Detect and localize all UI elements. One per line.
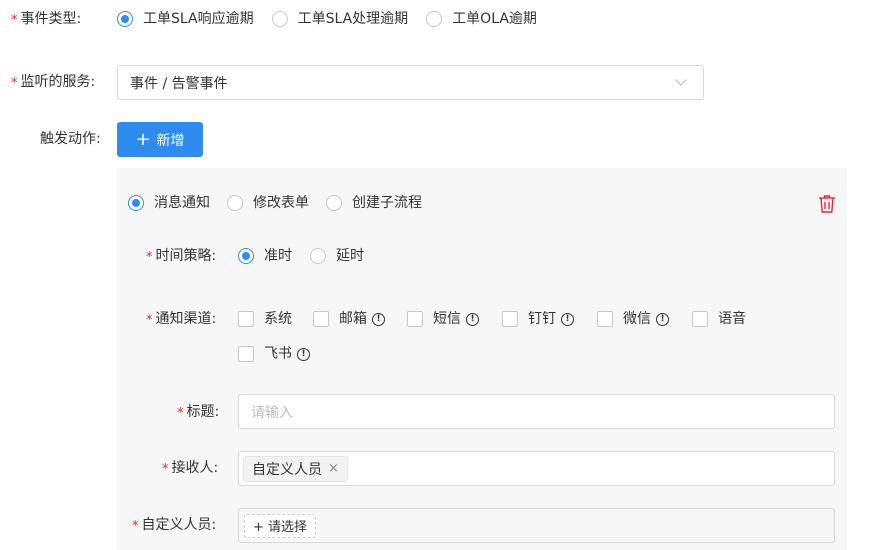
info-icon[interactable]: ! xyxy=(561,312,574,326)
channel-system-checkbox[interactable]: 系统 xyxy=(238,309,292,329)
service-label: * 监听的服务: xyxy=(11,74,96,91)
title-label: * 标题: xyxy=(177,404,220,421)
action-panel xyxy=(117,168,847,550)
radio-dot xyxy=(117,11,133,27)
radio-delayed[interactable]: 延时 xyxy=(310,246,364,266)
channel-sms-checkbox[interactable]: 短信 ! xyxy=(407,309,479,329)
info-icon[interactable]: ! xyxy=(466,312,479,326)
radio-dot xyxy=(271,11,288,27)
close-icon[interactable]: × xyxy=(328,461,339,476)
channel-voice-checkbox[interactable]: 语音 xyxy=(692,309,746,329)
radio-create-subprocess[interactable]: 创建子流程 xyxy=(326,193,422,213)
radio-dot xyxy=(426,11,443,27)
action-type-radio-group: 消息通知 修改表单 创建子流程 xyxy=(128,193,440,213)
checkbox-box xyxy=(313,311,329,327)
service-select[interactable]: 事件 / 告警事件 xyxy=(117,65,704,100)
trash-icon[interactable] xyxy=(818,194,836,214)
radio-ola-overdue[interactable]: 工单OLA逾期 xyxy=(426,9,537,29)
radio-sla-process-overdue[interactable]: 工单SLA处理逾期 xyxy=(271,9,408,29)
event-type-radio-group: 工单SLA响应逾期 工单SLA处理逾期 工单OLA逾期 xyxy=(117,9,555,29)
add-action-button[interactable]: + 新增 xyxy=(117,122,203,157)
custom-people-label: * 自定义人员: xyxy=(132,517,217,534)
info-icon[interactable]: ! xyxy=(656,312,669,326)
trigger-label: 触发动作: xyxy=(40,131,101,147)
checkbox-box xyxy=(238,311,254,327)
channel-email-checkbox[interactable]: 邮箱 ! xyxy=(313,309,385,329)
channel-dingtalk-checkbox[interactable]: 钉钉 ! xyxy=(502,309,574,329)
radio-on-time[interactable]: 准时 xyxy=(238,246,292,266)
custom-people-field: + 请选择 xyxy=(238,508,835,543)
service-select-value: 事件 / 告警事件 xyxy=(130,75,228,92)
checkbox-box xyxy=(692,311,708,327)
recipient-tag: 自定义人员 × xyxy=(243,455,348,482)
title-input-placeholder: 请输入 xyxy=(251,404,293,421)
radio-sla-response-overdue[interactable]: 工单SLA响应逾期 xyxy=(117,9,254,29)
chevron-down-icon xyxy=(675,74,687,86)
recipient-label: * 接收人: xyxy=(162,460,219,477)
time-policy-radio-group: 准时 延时 xyxy=(238,246,382,266)
radio-modify-form[interactable]: 修改表单 xyxy=(227,193,309,213)
radio-dot xyxy=(238,248,254,264)
radio-dot xyxy=(227,195,243,211)
title-input[interactable]: 请输入 xyxy=(238,394,835,429)
event-type-label: * 事件类型: xyxy=(11,11,82,28)
plus-icon: + xyxy=(135,128,151,150)
info-icon[interactable]: ! xyxy=(297,347,310,361)
radio-dot xyxy=(326,195,342,211)
checkbox-box xyxy=(407,311,423,327)
checkbox-box xyxy=(597,311,613,327)
checkbox-box xyxy=(502,311,518,327)
channels-label: * 通知渠道: xyxy=(146,311,217,328)
time-policy-label: * 时间策略: xyxy=(146,248,217,265)
recipient-select[interactable]: 自定义人员 × xyxy=(238,451,835,486)
radio-dot xyxy=(128,195,144,211)
channel-wechat-checkbox[interactable]: 微信 ! xyxy=(597,309,669,329)
radio-message-notify[interactable]: 消息通知 xyxy=(128,193,210,213)
checkbox-box xyxy=(238,346,254,362)
channel-feishu-checkbox[interactable]: 飞书 ! xyxy=(238,344,310,364)
radio-dot xyxy=(310,248,326,264)
info-icon[interactable]: ! xyxy=(372,312,385,326)
select-people-button[interactable]: + 请选择 xyxy=(244,513,317,538)
